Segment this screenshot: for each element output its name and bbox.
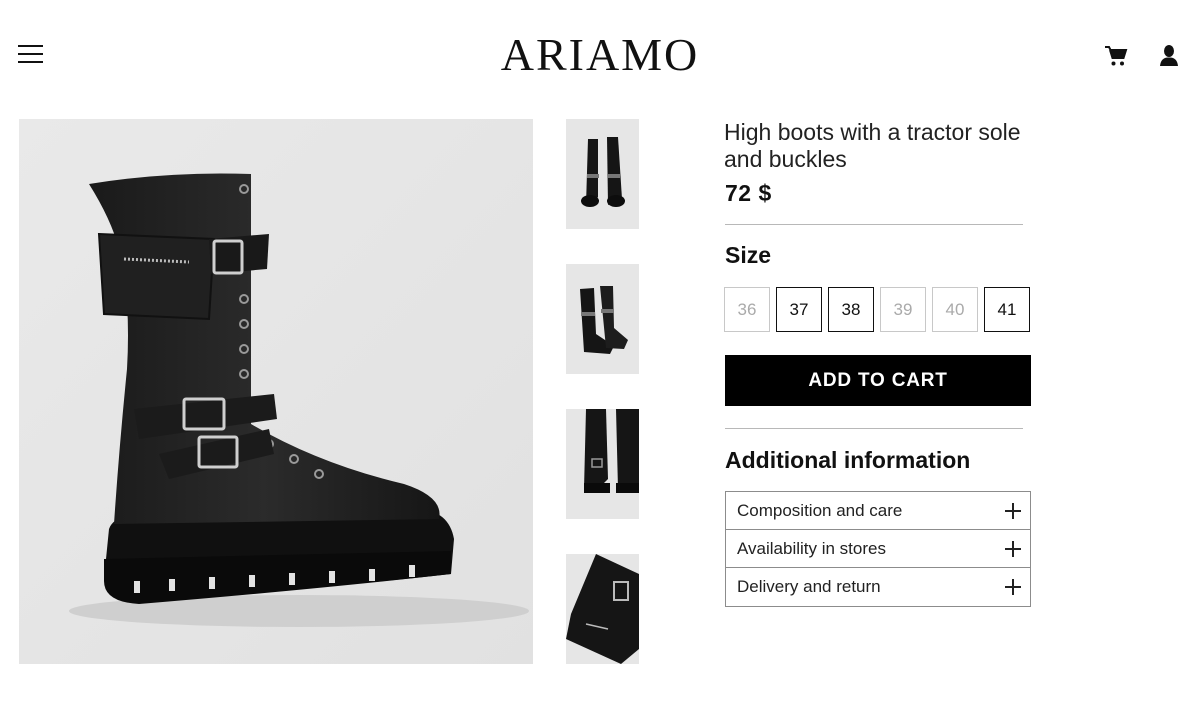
divider xyxy=(725,224,1023,225)
plus-icon[interactable] xyxy=(1005,541,1021,557)
accordion-composition-care[interactable]: Composition and care xyxy=(726,492,1030,530)
size-option-38[interactable]: 38 xyxy=(828,287,874,332)
shopping-cart-icon[interactable] xyxy=(1104,44,1128,68)
thumbnail-image xyxy=(566,409,639,519)
add-to-cart-button[interactable]: ADD TO CART xyxy=(725,355,1031,406)
boot-image xyxy=(19,119,533,664)
brand-logo[interactable]: ARIAMO xyxy=(0,30,1200,80)
product-price: 72 $ xyxy=(725,180,772,206)
thumbnail-2[interactable] xyxy=(566,264,639,374)
size-option-40[interactable]: 40 xyxy=(932,287,978,332)
thumbnail-3[interactable] xyxy=(566,409,639,519)
size-option-36[interactable]: 36 xyxy=(724,287,770,332)
thumbnail-image xyxy=(566,264,639,374)
accordion-label: Composition and care xyxy=(737,500,903,520)
accordion-label: Delivery and return xyxy=(737,577,881,596)
thumbnail-image xyxy=(566,554,639,664)
thumbnail-image xyxy=(566,119,639,229)
plus-icon[interactable] xyxy=(1005,579,1021,595)
size-option-37[interactable]: 37 xyxy=(776,287,822,332)
size-label: Size xyxy=(725,242,772,268)
main-product-image[interactable] xyxy=(19,119,533,664)
product-title: High boots with a tractor sole and buckl… xyxy=(724,119,1021,172)
size-option-39[interactable]: 39 xyxy=(880,287,926,332)
additional-info-heading: Additional information xyxy=(725,447,971,473)
plus-icon[interactable] xyxy=(1005,503,1021,519)
accordion-label: Availability in stores xyxy=(737,538,886,558)
accordion-delivery-return[interactable]: Delivery and return xyxy=(726,568,1030,606)
thumbnail-1[interactable] xyxy=(566,119,639,229)
divider xyxy=(725,428,1023,429)
thumbnail-4[interactable] xyxy=(566,554,639,664)
accordion-availability-stores[interactable]: Availability in stores xyxy=(726,530,1030,568)
user-account-icon[interactable] xyxy=(1158,44,1180,68)
size-option-41[interactable]: 41 xyxy=(984,287,1030,332)
additional-info-accordion: Composition and care Availability in sto… xyxy=(725,491,1031,607)
